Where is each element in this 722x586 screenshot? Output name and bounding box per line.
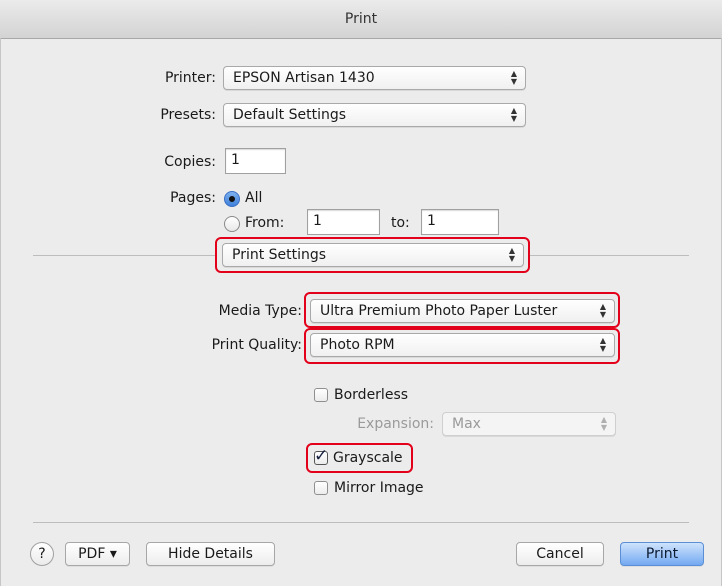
printer-value: EPSON Artisan 1430	[233, 70, 375, 86]
media-type-value: Ultra Premium Photo Paper Luster	[320, 303, 558, 319]
expansion-popup[interactable]: Max ▲ ▼	[442, 412, 616, 436]
copies-label: Copies:	[164, 154, 216, 170]
pages-from-label: From:	[245, 215, 285, 231]
presets-popup[interactable]: Default Settings ▲ ▼	[223, 103, 526, 127]
mirror-image-label: Mirror Image	[334, 480, 424, 496]
presets-value: Default Settings	[233, 107, 347, 123]
media-type-label: Media Type:	[218, 303, 302, 319]
expansion-value: Max	[452, 416, 481, 432]
borderless-label: Borderless	[334, 387, 409, 403]
expansion-label: Expansion:	[357, 416, 434, 432]
help-button[interactable]: ?	[30, 542, 54, 566]
popup-arrows-icon: ▲ ▼	[599, 302, 607, 319]
popup-arrows-icon: ▲ ▼	[599, 336, 607, 353]
checkmark-icon: ✓	[314, 446, 329, 466]
grayscale-checkbox[interactable]: ✓	[314, 447, 328, 465]
popup-arrows-icon: ▲ ▼	[510, 69, 518, 86]
mirror-image-checkbox[interactable]	[314, 481, 328, 495]
print-button[interactable]: Print	[620, 542, 704, 566]
window-title: Print	[344, 11, 378, 27]
hide-details-button[interactable]: Hide Details	[146, 542, 275, 566]
printer-popup[interactable]: EPSON Artisan 1430 ▲ ▼	[223, 66, 526, 90]
grayscale-label: Grayscale	[333, 450, 403, 466]
borderless-checkbox[interactable]	[314, 388, 328, 402]
print-quality-value: Photo RPM	[320, 337, 395, 353]
pages-from-radio[interactable]	[224, 216, 240, 232]
pages-from-field[interactable]: 1	[307, 209, 380, 235]
pages-to-field[interactable]: 1	[421, 209, 499, 235]
presets-label: Presets:	[160, 107, 216, 123]
print-quality-label: Print Quality:	[211, 337, 302, 353]
section-divider-right	[530, 255, 689, 256]
pages-to-label: to:	[391, 215, 410, 231]
pages-all-label: All	[245, 190, 263, 206]
pdf-menu-button[interactable]: PDF ▾	[65, 542, 130, 566]
media-type-popup[interactable]: Ultra Premium Photo Paper Luster ▲ ▼	[310, 299, 615, 323]
section-popup-value: Print Settings	[232, 247, 327, 263]
popup-arrows-icon: ▲ ▼	[508, 246, 516, 263]
printer-label: Printer:	[164, 70, 216, 86]
pages-label: Pages:	[170, 190, 216, 206]
pages-all-radio[interactable]	[224, 191, 240, 207]
popup-arrows-icon: ▲ ▼	[600, 415, 608, 432]
window-titlebar: Print	[0, 0, 722, 39]
footer-divider	[33, 522, 689, 523]
print-quality-popup[interactable]: Photo RPM ▲ ▼	[310, 333, 615, 357]
section-popup[interactable]: Print Settings ▲ ▼	[222, 243, 524, 267]
copies-field[interactable]: 1	[225, 148, 286, 174]
section-divider-left	[33, 255, 215, 256]
window-left-edge	[0, 38, 1, 586]
cancel-button[interactable]: Cancel	[516, 542, 604, 566]
popup-arrows-icon: ▲ ▼	[510, 106, 518, 123]
